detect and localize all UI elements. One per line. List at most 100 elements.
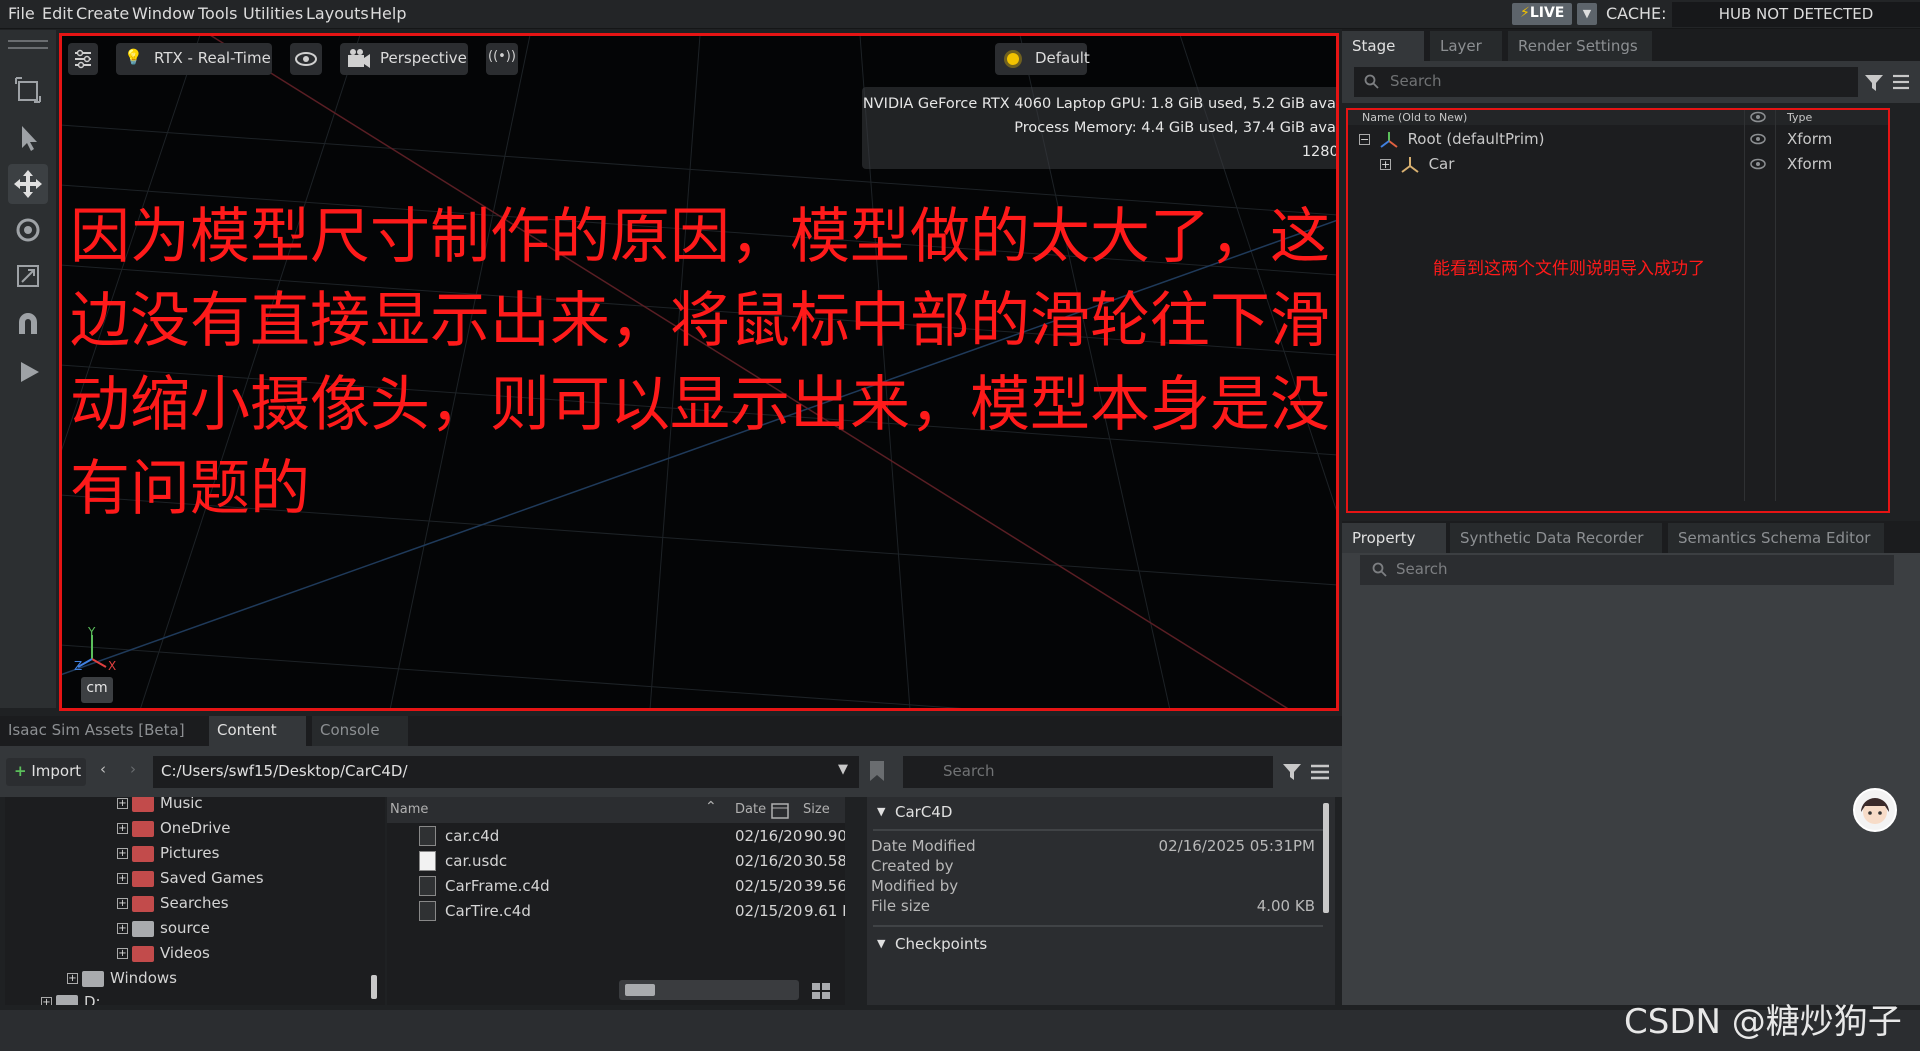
tree-item-onedrive[interactable]: + OneDrive xyxy=(117,819,231,843)
tree-item-music[interactable]: + Music xyxy=(117,797,203,818)
menu-edit[interactable]: Edit xyxy=(42,4,73,23)
checkpoints-header[interactable]: ▼ Checkpoints xyxy=(873,925,1323,959)
hamburger-menu-icon[interactable] xyxy=(1310,762,1330,782)
renderer-label: RTX - Real-Time xyxy=(154,49,271,67)
expand-icon[interactable]: + xyxy=(41,997,52,1005)
forward-icon[interactable]: › xyxy=(130,760,136,778)
tree-item-windows[interactable]: + Windows xyxy=(67,969,177,993)
tab-content[interactable]: Content xyxy=(209,716,306,746)
path-text: C:/Users/swf15/Desktop/CarC4D/ xyxy=(161,762,408,780)
content-search-input[interactable]: Search xyxy=(903,756,1273,788)
snap-tool-button[interactable] xyxy=(8,304,48,344)
stage-search-input[interactable]: Search xyxy=(1354,67,1858,97)
tree-item-searches[interactable]: + Searches xyxy=(117,894,229,918)
details-scrollbar[interactable] xyxy=(1323,803,1329,913)
filter-icon[interactable] xyxy=(1864,73,1884,93)
select-tool-button[interactable] xyxy=(8,118,48,158)
viewport-settings-button[interactable] xyxy=(68,43,98,75)
tree-scrollbar[interactable] xyxy=(371,975,377,999)
filter-icon[interactable] xyxy=(1282,762,1302,782)
menu-utilities[interactable]: Utilities xyxy=(243,4,303,23)
column-date[interactable]: Date xyxy=(735,802,766,817)
stage-tab-bar: Stage Layer Render Settings xyxy=(1342,29,1920,61)
hamburger-menu-icon[interactable] xyxy=(1892,73,1910,91)
live-dropdown-button[interactable]: ▼ xyxy=(1577,3,1597,25)
details-header[interactable]: ▼ CarC4D xyxy=(873,797,1323,831)
avatar[interactable] xyxy=(1853,788,1897,832)
live-button[interactable]: ⚡LIVE xyxy=(1512,3,1572,25)
expand-icon[interactable]: + xyxy=(117,848,128,859)
search-icon xyxy=(1372,562,1387,577)
column-name[interactable]: Name xyxy=(390,802,428,817)
tree-item-drive-d[interactable]: + D: xyxy=(41,993,101,1005)
tree-item-label: Pictures xyxy=(160,844,220,862)
expand-icon[interactable]: + xyxy=(117,923,128,934)
file-row[interactable]: car.usdc 02/16/20 30.58 xyxy=(387,849,845,873)
tab-property[interactable]: Property xyxy=(1342,523,1446,553)
select-mode-button[interactable] xyxy=(8,70,48,110)
tree-item-saved-games[interactable]: + Saved Games xyxy=(117,869,264,893)
drag-handle-icon xyxy=(8,40,48,49)
tree-item-source[interactable]: + source xyxy=(117,919,210,943)
expand-icon[interactable]: + xyxy=(117,873,128,884)
file-name: CarFrame.c4d xyxy=(445,877,550,895)
folder-icon xyxy=(132,945,154,962)
menu-create[interactable]: Create xyxy=(76,4,129,23)
file-date: 02/15/20 xyxy=(735,902,803,920)
folder-icon xyxy=(132,820,154,837)
modified-by-row: Modified by xyxy=(871,877,1315,895)
checkpoints-label: Checkpoints xyxy=(895,935,988,953)
expand-icon[interactable]: + xyxy=(117,948,128,959)
tab-stage[interactable]: Stage xyxy=(1342,31,1424,61)
usd-file-icon xyxy=(419,851,436,871)
tab-semantics-schema-editor[interactable]: Semantics Schema Editor xyxy=(1668,523,1884,553)
file-row[interactable]: car.c4d 02/16/20 90.90 xyxy=(387,824,845,848)
path-field[interactable]: C:/Users/swf15/Desktop/CarC4D/ xyxy=(153,756,859,788)
file-name: CarTire.c4d xyxy=(445,902,531,920)
tree-item-label: Windows xyxy=(110,969,177,987)
file-row[interactable]: CarFrame.c4d 02/15/20 39.56 xyxy=(387,874,845,898)
tab-layer[interactable]: Layer xyxy=(1430,31,1502,61)
move-tool-button[interactable] xyxy=(8,164,48,204)
grid-view-icon[interactable] xyxy=(811,982,831,1000)
expand-icon[interactable]: + xyxy=(117,898,128,909)
sort-asc-icon[interactable]: ⌃ xyxy=(705,799,717,815)
bookmark-icon[interactable] xyxy=(868,760,886,782)
expand-icon[interactable]: + xyxy=(117,798,128,809)
menu-help[interactable]: Help xyxy=(370,4,406,23)
lighting-button[interactable]: Default xyxy=(995,43,1090,75)
file-row[interactable]: CarTire.c4d 02/15/20 9.61 M xyxy=(387,899,845,923)
rotate-tool-button[interactable] xyxy=(8,210,48,250)
column-size[interactable]: Size xyxy=(803,802,830,817)
renderer-button[interactable]: 💡 RTX - Real-Time xyxy=(116,43,272,75)
path-dropdown-icon[interactable]: ▼ xyxy=(838,762,848,777)
menu-file[interactable]: File xyxy=(8,4,35,23)
viewport[interactable]: 💡 RTX - Real-Time Perspective ((•)) Defa… xyxy=(60,35,1338,710)
play-button[interactable] xyxy=(8,352,48,392)
zoom-slider[interactable] xyxy=(619,980,799,1000)
folder-tree: + Music + OneDrive + Pictures + Saved Games … xyxy=(5,797,385,1005)
stage-highlight-border xyxy=(1346,108,1890,513)
camera-button[interactable]: Perspective xyxy=(340,43,468,75)
folder-icon xyxy=(82,970,104,987)
zoom-slider-handle[interactable] xyxy=(625,984,655,996)
file-date: 02/15/20 xyxy=(735,877,803,895)
collapse-triangle-icon: ▼ xyxy=(877,937,886,950)
tab-console[interactable]: Console xyxy=(312,716,408,746)
scale-tool-button[interactable] xyxy=(8,256,48,296)
back-icon[interactable]: ‹ xyxy=(100,760,106,778)
menu-window[interactable]: Window xyxy=(132,4,195,23)
import-button[interactable]: + Import xyxy=(6,758,86,786)
tree-item-videos[interactable]: + Videos xyxy=(117,944,210,968)
menu-tools[interactable]: Tools xyxy=(198,4,237,23)
tab-isaac-sim-assets[interactable]: Isaac Sim Assets [Beta] xyxy=(0,716,205,746)
tab-synthetic-data-recorder[interactable]: Synthetic Data Recorder xyxy=(1450,523,1662,553)
tree-item-pictures[interactable]: + Pictures xyxy=(117,844,219,868)
expand-icon[interactable]: + xyxy=(117,823,128,834)
property-search-input[interactable]: Search xyxy=(1360,555,1894,585)
audio-button[interactable]: ((•)) xyxy=(486,43,518,75)
menu-layouts[interactable]: Layouts xyxy=(306,4,369,23)
visibility-button[interactable] xyxy=(290,43,322,75)
tab-render-settings[interactable]: Render Settings xyxy=(1508,31,1652,61)
expand-icon[interactable]: + xyxy=(67,973,78,984)
